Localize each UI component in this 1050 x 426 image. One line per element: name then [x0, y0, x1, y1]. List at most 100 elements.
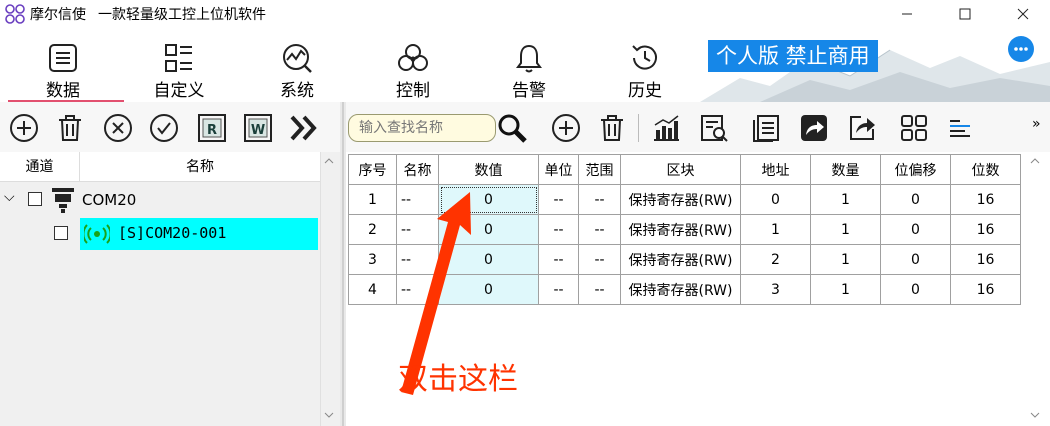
tree-channel-row[interactable]: ⌵ COM20: [0, 186, 320, 216]
close-button[interactable]: [1000, 0, 1046, 28]
tree-header-name[interactable]: 名称: [80, 152, 320, 182]
cell-block[interactable]: 保持寄存器(RW): [620, 184, 741, 215]
cell-index[interactable]: 2: [348, 214, 397, 245]
cell-value[interactable]: 0: [438, 274, 539, 305]
expand-toolbar-button[interactable]: [288, 112, 320, 144]
expand-chevron-icon[interactable]: ⌵: [4, 189, 15, 205]
cell-range[interactable]: --: [578, 214, 621, 245]
col-value[interactable]: 数值: [438, 154, 539, 185]
scroll-down-icon[interactable]: [1030, 412, 1040, 418]
toolbar-overflow-button[interactable]: »: [1032, 116, 1041, 132]
chart-button[interactable]: [650, 112, 682, 144]
add-channel-button[interactable]: [8, 112, 40, 144]
check-button[interactable]: [148, 112, 180, 144]
cell-range[interactable]: --: [578, 274, 621, 305]
cell-range[interactable]: --: [578, 184, 621, 215]
cell-address[interactable]: 3: [740, 274, 811, 305]
more-button[interactable]: [1008, 36, 1034, 62]
tab-alarm[interactable]: 告警: [484, 42, 574, 102]
cell-count[interactable]: 1: [810, 274, 881, 305]
cell-count[interactable]: 1: [810, 214, 881, 245]
search-input[interactable]: [348, 114, 496, 142]
cell-bit-offset[interactable]: 0: [880, 274, 951, 305]
cell-name[interactable]: --: [396, 184, 439, 215]
col-name[interactable]: 名称: [396, 154, 439, 185]
cell-name[interactable]: --: [396, 214, 439, 245]
table-row[interactable]: 2 -- 0 -- -- 保持寄存器(RW) 1 1 0 16: [348, 214, 1021, 245]
search-button[interactable]: [496, 112, 528, 144]
device-checkbox[interactable]: [54, 226, 68, 240]
col-bit-offset[interactable]: 位偏移: [880, 154, 951, 185]
copy-button[interactable]: [750, 112, 782, 144]
cell-range[interactable]: --: [578, 244, 621, 275]
cell-address[interactable]: 1: [740, 214, 811, 245]
table-row[interactable]: 4 -- 0 -- -- 保持寄存器(RW) 3 1 0 16: [348, 274, 1021, 305]
cell-bit-width[interactable]: 16: [950, 274, 1021, 305]
col-address[interactable]: 地址: [740, 154, 811, 185]
col-unit[interactable]: 单位: [538, 154, 579, 185]
remove-button[interactable]: [102, 112, 134, 144]
tree-device-row[interactable]: [S]COM20-001: [80, 218, 318, 250]
tab-system[interactable]: 系统: [252, 42, 342, 102]
scroll-down-icon[interactable]: [324, 412, 334, 418]
tab-data[interactable]: 数据: [8, 42, 124, 102]
cell-bit-offset[interactable]: 0: [880, 214, 951, 245]
tree-header-channel[interactable]: 通道: [0, 152, 80, 182]
delete-point-button[interactable]: [596, 112, 628, 144]
cell-name[interactable]: --: [396, 244, 439, 275]
delete-channel-button[interactable]: [54, 112, 86, 144]
col-range[interactable]: 范围: [578, 154, 621, 185]
cell-bit-width[interactable]: 16: [950, 214, 1021, 245]
cell-unit[interactable]: --: [538, 184, 579, 215]
scroll-up-icon[interactable]: [324, 158, 334, 164]
forward-icon: [801, 115, 827, 141]
report-button[interactable]: [698, 112, 730, 144]
table-row[interactable]: 3 -- 0 -- -- 保持寄存器(RW) 2 1 0 16: [348, 244, 1021, 275]
cell-block[interactable]: 保持寄存器(RW): [620, 214, 741, 245]
cell-value[interactable]: 0: [438, 214, 539, 245]
cell-address[interactable]: 2: [740, 244, 811, 275]
align-button[interactable]: [944, 112, 976, 144]
col-index[interactable]: 序号: [348, 154, 397, 185]
cell-index[interactable]: 4: [348, 274, 397, 305]
cell-value[interactable]: 0: [438, 184, 539, 215]
col-count[interactable]: 数量: [810, 154, 881, 185]
read-letter: R: [207, 123, 217, 138]
cell-value[interactable]: 0: [438, 244, 539, 275]
scroll-up-icon[interactable]: [1030, 158, 1040, 164]
tree-scrollbar[interactable]: [320, 152, 337, 426]
forward-button[interactable]: [798, 112, 830, 144]
tab-custom[interactable]: 自定义: [134, 42, 224, 102]
cell-index[interactable]: 1: [348, 184, 397, 215]
cell-count[interactable]: 1: [810, 184, 881, 215]
add-point-button[interactable]: [550, 112, 582, 144]
cell-name[interactable]: --: [396, 274, 439, 305]
cell-unit[interactable]: --: [538, 244, 579, 275]
cell-unit[interactable]: --: [538, 214, 579, 245]
cell-index[interactable]: 3: [348, 244, 397, 275]
read-button[interactable]: R: [196, 112, 228, 144]
edition-badge: 个人版 禁止商用: [708, 40, 878, 72]
cell-unit[interactable]: --: [538, 274, 579, 305]
cell-bit-width[interactable]: 16: [950, 244, 1021, 275]
cell-block[interactable]: 保持寄存器(RW): [620, 274, 741, 305]
report-search-icon: [701, 115, 728, 142]
minimize-button[interactable]: [884, 0, 930, 28]
cell-bit-offset[interactable]: 0: [880, 184, 951, 215]
maximize-button[interactable]: [942, 0, 988, 28]
cell-block[interactable]: 保持寄存器(RW): [620, 244, 741, 275]
channel-checkbox[interactable]: [28, 192, 42, 206]
col-bit-width[interactable]: 位数: [950, 154, 1021, 185]
cell-bit-width[interactable]: 16: [950, 184, 1021, 215]
cell-bit-offset[interactable]: 0: [880, 244, 951, 275]
cell-count[interactable]: 1: [810, 244, 881, 275]
tab-control[interactable]: 控制: [368, 42, 458, 102]
col-block[interactable]: 区块: [620, 154, 741, 185]
share-button[interactable]: [846, 112, 878, 144]
write-button[interactable]: W: [242, 112, 274, 144]
layout-grid-button[interactable]: [898, 112, 930, 144]
table-scrollbar[interactable]: [1020, 152, 1050, 426]
cell-address[interactable]: 0: [740, 184, 811, 215]
tab-history[interactable]: 历史: [600, 42, 690, 102]
table-row[interactable]: 1 -- 0 -- -- 保持寄存器(RW) 0 1 0 16: [348, 184, 1021, 215]
